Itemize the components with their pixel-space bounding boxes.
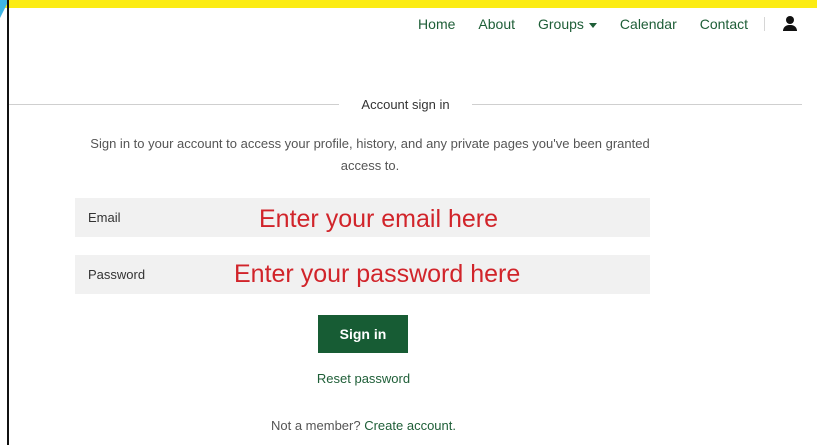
top-color-band [0, 0, 817, 8]
heading-rule-left [9, 103, 340, 105]
password-input[interactable] [195, 255, 645, 294]
signin-title: Account sign in [361, 96, 450, 112]
not-member-line: Not a member? Create account. [0, 418, 727, 433]
signin-section-heading: Account sign in [9, 94, 803, 114]
reset-password-link[interactable]: Reset password [0, 371, 727, 386]
nav-about-link[interactable]: About [478, 16, 515, 32]
nav-calendar-link[interactable]: Calendar [620, 16, 677, 32]
nav-groups-dropdown[interactable]: Groups [538, 16, 597, 32]
signin-intro-text: Sign in to your account to access your p… [90, 136, 650, 173]
password-label: Password [88, 267, 146, 282]
email-label: Email [88, 210, 121, 225]
user-account-icon[interactable] [783, 16, 797, 32]
password-field-row: Password [75, 255, 650, 294]
email-field-row: Email [75, 198, 650, 237]
top-navigation: Home About Groups Calendar Contact [418, 14, 797, 34]
sign-in-button[interactable]: Sign in [318, 315, 408, 353]
caret-down-icon [588, 22, 597, 28]
nav-divider [764, 17, 765, 31]
not-member-text: Not a member? [271, 418, 361, 433]
heading-rule-right [471, 103, 803, 105]
nav-contact-link[interactable]: Contact [700, 16, 748, 32]
create-account-link[interactable]: Create account. [364, 418, 456, 433]
nav-home-link[interactable]: Home [418, 16, 455, 32]
email-input[interactable] [195, 198, 645, 237]
nav-groups-label: Groups [538, 16, 584, 32]
user-icon-head [786, 16, 794, 24]
user-icon-body [783, 25, 797, 31]
